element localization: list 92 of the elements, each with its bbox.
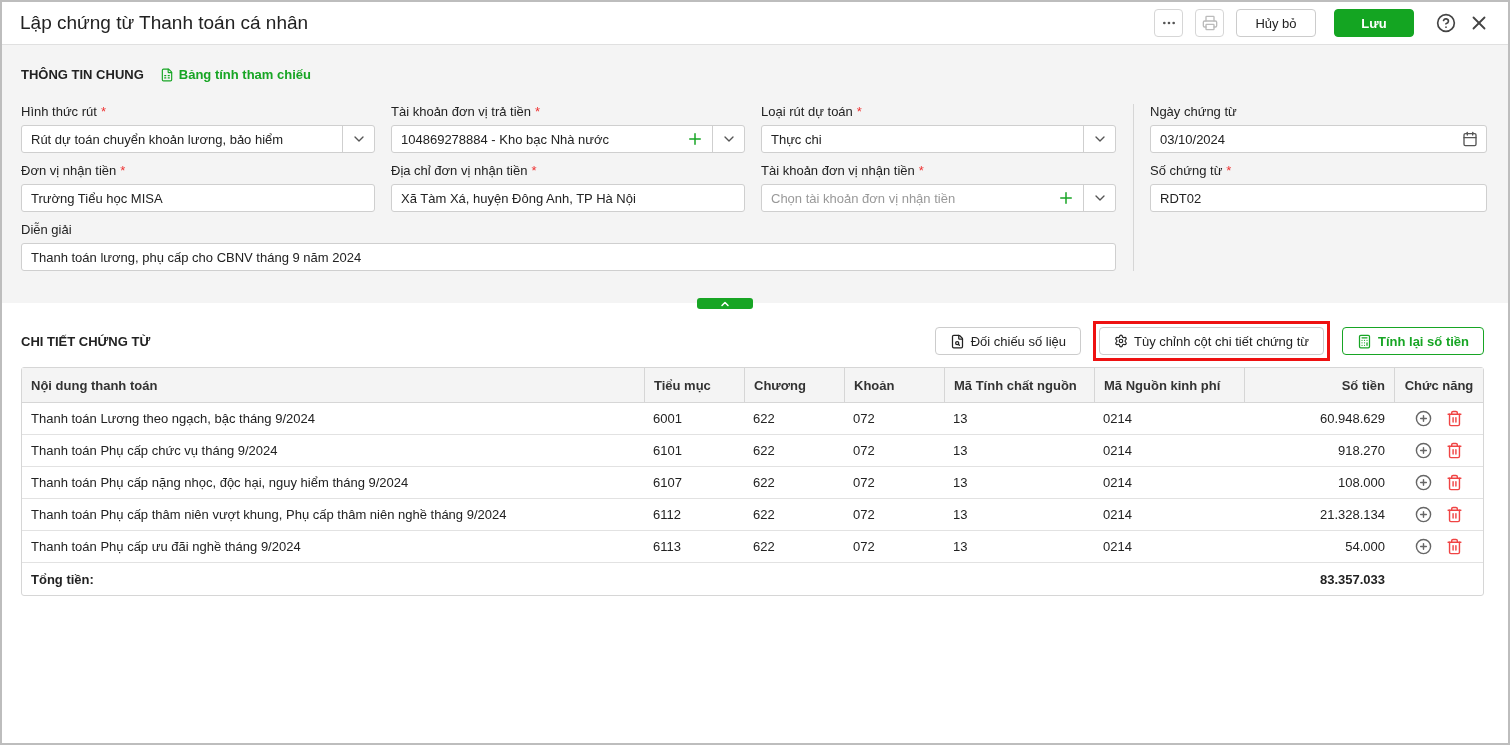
field-label: Diễn giải — [21, 222, 72, 237]
field-label: Loại rút dự toán — [761, 104, 853, 119]
table-cell: Thanh toán Lương theo ngạch, bậc tháng 9/2024 — [22, 403, 644, 435]
dropdown-field[interactable]: Rút dự toán chuyển khoản lương, bảo hiểm — [21, 125, 375, 153]
required-mark: * — [531, 163, 537, 178]
field-label: Tài khoản đơn vị trả tiền — [391, 104, 532, 119]
field-label: Địa chỉ đơn vị nhận tiền — [391, 163, 528, 178]
table-cell: 072 — [844, 467, 944, 499]
column-header: Tiểu mục — [644, 368, 744, 403]
column-header: Nội dung thanh toán — [22, 368, 644, 403]
table-cell: 13 — [944, 467, 1094, 499]
table-cell: 0214 — [1094, 435, 1244, 467]
document-search-icon — [949, 333, 965, 349]
table-cell: Thanh toán Phụ cấp thâm niên vượt khung, Phụ cấp thâm niên nghề tháng 9/2024 — [22, 499, 644, 531]
section-title: CHI TIẾT CHỨNG TỪ — [21, 333, 152, 349]
add-row-icon[interactable] — [1414, 442, 1432, 459]
table-cell: 6101 — [644, 435, 744, 467]
required-mark: * — [1226, 163, 1232, 178]
cancel-button[interactable]: Hủy bỏ — [1236, 9, 1316, 37]
table-cell: 108.000 — [1244, 467, 1394, 499]
field-label: Tài khoản đơn vị nhận tiền — [761, 163, 915, 178]
table-cell: Thanh toán Phụ cấp chức vụ tháng 9/2024 — [22, 435, 644, 467]
table-cell: 6001 — [644, 403, 744, 435]
required-mark: * — [535, 104, 541, 119]
column-header: Mã Tính chất nguồn — [944, 368, 1094, 403]
table-cell: 072 — [844, 435, 944, 467]
column-header: Chương — [744, 368, 844, 403]
collapse-button[interactable] — [697, 298, 753, 309]
required-mark: * — [100, 104, 106, 119]
action-button[interactable]: Tùy chỉnh cột chi tiết chứng từ — [1099, 327, 1324, 355]
delete-icon[interactable] — [1445, 506, 1463, 523]
table-cell: 0214 — [1094, 499, 1244, 531]
table-cell: 60.948.629 — [1244, 403, 1394, 435]
table-cell: 622 — [744, 531, 844, 563]
field-label: Đơn vị nhận tiền — [21, 163, 117, 178]
input-field[interactable]: Trường Tiểu học MISA — [21, 184, 375, 212]
window-title: Lập chứng từ Thanh toán cá nhân — [20, 12, 310, 34]
table-cell: 13 — [944, 499, 1094, 531]
table-cell: 918.270 — [1244, 435, 1394, 467]
calculator-icon — [1357, 333, 1372, 349]
field-label: Hình thức rút — [21, 104, 97, 119]
table-cell: 13 — [944, 403, 1094, 435]
table-cell: 622 — [744, 435, 844, 467]
table-cell: 0214 — [1094, 403, 1244, 435]
column-header: Chức năng — [1394, 368, 1483, 403]
delete-icon[interactable] — [1445, 474, 1463, 491]
input-field[interactable]: RDT02 — [1150, 184, 1487, 212]
table-cell: 072 — [844, 531, 944, 563]
add-row-icon[interactable] — [1414, 506, 1432, 523]
table-cell: 072 — [844, 499, 944, 531]
spreadsheet-icon — [159, 67, 174, 82]
total-label: Tổng tiền: — [30, 570, 95, 589]
dropdown-field[interactable]: Thực chi — [761, 125, 1116, 153]
required-mark: * — [856, 104, 862, 119]
total-amount: 83.357.033 — [1318, 570, 1386, 589]
required-mark: * — [918, 163, 924, 178]
table-cell: 13 — [944, 531, 1094, 563]
table-cell: 622 — [744, 403, 844, 435]
table-cell: 072 — [844, 403, 944, 435]
table-cell: Thanh toán Phụ cấp nặng nhọc, độc hại, nguy hiểm tháng 9/2024 — [22, 467, 644, 499]
table-cell: 6113 — [644, 531, 744, 563]
help-icon[interactable] — [1436, 13, 1456, 33]
column-header: Số tiền — [1244, 368, 1394, 403]
table-cell: 6107 — [644, 467, 744, 499]
table-cell: 21.328.134 — [1244, 499, 1394, 531]
field-label: Ngày chứng từ — [1150, 104, 1237, 119]
table-cell: 622 — [744, 499, 844, 531]
table-cell: Thanh toán Phụ cấp ưu đãi nghề tháng 9/2024 — [22, 531, 644, 563]
input-field[interactable]: Thanh toán lương, phụ cấp cho CBNV tháng 9 năm 2024 — [21, 243, 1116, 271]
delete-icon[interactable] — [1445, 410, 1463, 427]
required-mark: * — [120, 163, 126, 178]
table-cell: 6112 — [644, 499, 744, 531]
field-label: Số chứng từ — [1150, 163, 1223, 178]
settings-icon — [1114, 334, 1129, 348]
table-cell: 0214 — [1094, 531, 1244, 563]
delete-icon[interactable] — [1445, 538, 1463, 555]
delete-icon[interactable] — [1445, 442, 1463, 459]
table-cell: 13 — [944, 435, 1094, 467]
column-header: Mã Nguồn kinh phí — [1094, 368, 1244, 403]
dropdown-field[interactable]: 104869278884 - Kho bạc Nhà nước — [391, 125, 745, 153]
date-field[interactable]: 03/10/2024 — [1150, 125, 1487, 153]
table-cell: 54.000 — [1244, 531, 1394, 563]
add-row-icon[interactable] — [1414, 474, 1432, 491]
add-row-icon[interactable] — [1414, 410, 1432, 427]
add-row-icon[interactable] — [1414, 538, 1432, 555]
table-cell: 622 — [744, 467, 844, 499]
column-header: Khoản — [844, 368, 944, 403]
action-button[interactable]: Đối chiếu số liệu — [934, 327, 1082, 355]
printer-icon — [1201, 15, 1218, 31]
table-cell: 0214 — [1094, 467, 1244, 499]
section-title: THÔNG TIN CHUNG — [21, 67, 144, 82]
input-field[interactable]: Xã Tàm Xá, huyện Đông Anh, TP Hà Nội — [391, 184, 745, 212]
